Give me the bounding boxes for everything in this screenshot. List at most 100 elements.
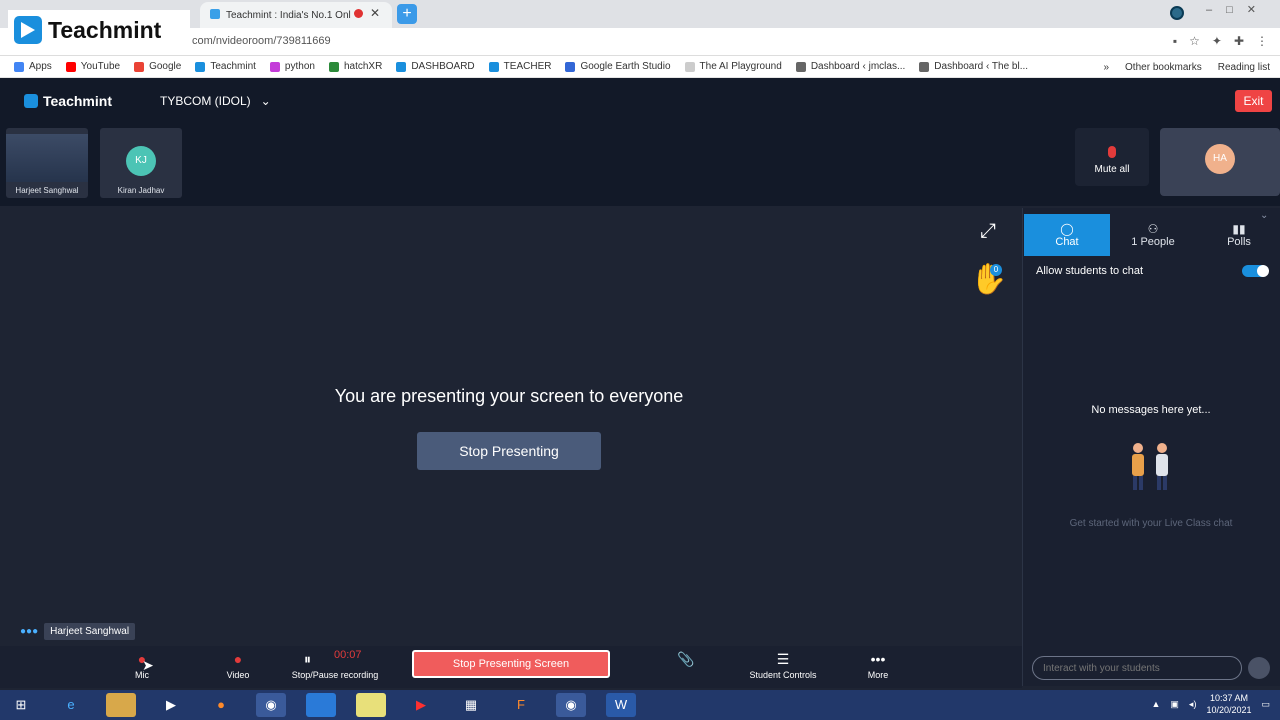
chat-input[interactable]	[1032, 656, 1242, 680]
window-controls[interactable]: –□✕	[1206, 3, 1270, 16]
word-icon[interactable]: W	[606, 693, 636, 717]
clock-time: 10:37 AM	[1209, 693, 1248, 703]
tray-chevron-icon[interactable]: ▲	[1151, 699, 1160, 709]
exit-button[interactable]: Exit	[1235, 90, 1272, 112]
poll-bars-icon: ▮▮	[1232, 222, 1246, 236]
windows-start-icon[interactable]: ⊞	[6, 693, 36, 717]
tab-title: Teachmint : India's No.1 Onl	[226, 9, 351, 21]
star-icon[interactable]: ☆	[1189, 34, 1200, 48]
camera-icon[interactable]: ▪	[1173, 34, 1177, 48]
chrome-icon[interactable]: ◉	[556, 693, 586, 717]
stop-presenting-button[interactable]: Stop Presenting	[417, 432, 601, 470]
file-explorer-icon[interactable]	[106, 693, 136, 717]
bookmark-python[interactable]: python	[269, 61, 315, 72]
page-icon	[684, 61, 695, 72]
no-messages-text: No messages here yet...	[1091, 404, 1211, 416]
network-icon[interactable]: ▣	[1170, 699, 1179, 710]
bookmark-apps[interactable]: Apps	[14, 61, 52, 72]
recording-timer: 00:07	[334, 649, 362, 661]
bookmark-dashboard-jmclas[interactable]: Dashboard ‹ jmclas...	[795, 61, 905, 72]
bookmark-google-earth-studio[interactable]: Google Earth Studio	[565, 61, 671, 72]
bookmark-dashboard-the-bl[interactable]: Dashboard ‹ The bl...	[919, 61, 1028, 72]
sticky-notes-icon[interactable]	[356, 693, 386, 717]
media-player-icon[interactable]: ▶	[156, 693, 186, 717]
toggle-knob	[1257, 265, 1269, 277]
video-button[interactable]: ● Video	[218, 648, 258, 680]
bookmark-teachmint[interactable]: Teachmint	[195, 61, 256, 72]
menu-dots-icon[interactable]: ⋮	[1256, 34, 1268, 48]
logo-text: Teachmint	[48, 16, 162, 43]
send-button[interactable]	[1248, 657, 1270, 679]
browser-profile-icon[interactable]	[1170, 6, 1184, 20]
sliders-icon: ☰	[776, 651, 790, 667]
mute-all-button[interactable]: Mute all	[1075, 128, 1149, 186]
chevron-down-icon: ⌄	[260, 94, 271, 108]
bookmark-google[interactable]: Google	[134, 61, 181, 72]
new-tab-button[interactable]: +	[397, 4, 417, 24]
google-icon	[134, 61, 145, 72]
video-label: Video	[226, 670, 250, 680]
volume-icon[interactable]: ◂)	[1189, 699, 1197, 710]
tab-label: Chat	[1055, 236, 1079, 248]
attach-button[interactable]: 📎	[676, 648, 696, 670]
participant-tile[interactable]: KJ Kiran Jadhav	[100, 128, 182, 198]
app-f-icon[interactable]: F	[506, 693, 536, 717]
people-icon: ⚇	[1147, 222, 1159, 236]
tab-favicon-icon	[210, 9, 220, 19]
allow-chat-label: Allow students to chat	[1036, 265, 1144, 277]
clock-date: 10/20/2021	[1206, 705, 1252, 715]
tab-close-icon[interactable]: ✕	[370, 6, 380, 20]
teachmint-icon	[195, 61, 206, 72]
notifications-icon[interactable]: ▭	[1261, 699, 1270, 710]
class-selector[interactable]: TYBCOM (IDOL) ⌄	[160, 94, 271, 108]
bookmark-youtube[interactable]: YouTube	[65, 61, 120, 72]
bookmark-dashboard[interactable]: DASHBOARD	[396, 61, 475, 72]
puzzle-icon[interactable]: ✚	[1234, 34, 1244, 48]
participant-tile[interactable]: Harjeet Sanghwal	[6, 128, 88, 198]
url-text[interactable]: com/nvideoroom/739811669	[192, 35, 331, 47]
screen-share-preview	[6, 134, 88, 182]
get-started-text: Get started with your Live Class chat	[1069, 518, 1233, 529]
student-controls-button[interactable]: ☰ Student Controls	[742, 648, 824, 680]
calculator-icon[interactable]: ▦	[456, 693, 486, 717]
internet-explorer-icon[interactable]: e	[56, 693, 86, 717]
bookmarks-bar: Apps YouTube Google Teachmint python hat…	[0, 56, 1280, 78]
bookmarks-right: » Other bookmarks Reading list	[1103, 56, 1270, 78]
video-off-icon: ●	[233, 651, 243, 667]
student-controls-label: Student Controls	[749, 670, 817, 680]
firefox-icon[interactable]: ●	[206, 693, 236, 717]
speaker-name: Harjeet Sanghwal	[44, 623, 136, 640]
more-dots-icon: •••	[870, 651, 886, 667]
tab-chat[interactable]: ◯ Chat	[1024, 214, 1110, 256]
reading-list[interactable]: Reading list	[1218, 62, 1270, 73]
presentation-stage	[0, 208, 1020, 646]
clock[interactable]: 10:37 AM 10/20/2021	[1206, 692, 1251, 716]
bookmark-ai-playground[interactable]: The AI Playground	[684, 61, 782, 72]
wordpress-icon	[795, 61, 806, 72]
mute-all-label: Mute all	[1094, 164, 1130, 175]
teacher-icon	[488, 61, 499, 72]
python-icon	[269, 61, 280, 72]
folder-icon[interactable]	[306, 693, 336, 717]
expand-icon[interactable]: ⤢	[980, 220, 996, 243]
bookmark-teacher[interactable]: TEACHER	[488, 61, 551, 72]
more-bookmarks-icon[interactable]: »	[1103, 62, 1109, 73]
class-name: TYBCOM (IDOL)	[160, 94, 251, 108]
youtube-app-icon[interactable]: ▶	[406, 693, 436, 717]
tab-polls[interactable]: ▮▮ Polls	[1196, 214, 1280, 256]
chrome-icon[interactable]: ◉	[256, 693, 286, 717]
stop-presenting-screen-button[interactable]: Stop Presenting Screen	[412, 650, 610, 678]
self-video-tile[interactable]: HA	[1160, 128, 1280, 196]
tab-people[interactable]: ⚇ 1 People	[1110, 214, 1196, 256]
participant-name: Kiran Jadhav	[117, 186, 165, 195]
apps-grid-icon	[14, 61, 24, 72]
other-bookmarks[interactable]: Other bookmarks	[1125, 62, 1202, 73]
more-button[interactable]: ••• More	[858, 648, 898, 680]
bookmark-hatchxr[interactable]: hatchXR	[328, 61, 382, 72]
avatar: HA	[1205, 144, 1235, 174]
raise-hand-icon[interactable]: ✋	[970, 262, 1007, 297]
teachmint-logo-overlay: Teachmint	[8, 10, 190, 50]
extension-icon[interactable]: ✦	[1212, 34, 1222, 48]
tab-label: 1 People	[1131, 236, 1175, 248]
browser-tab[interactable]: Teachmint : India's No.1 Onl	[200, 2, 392, 28]
